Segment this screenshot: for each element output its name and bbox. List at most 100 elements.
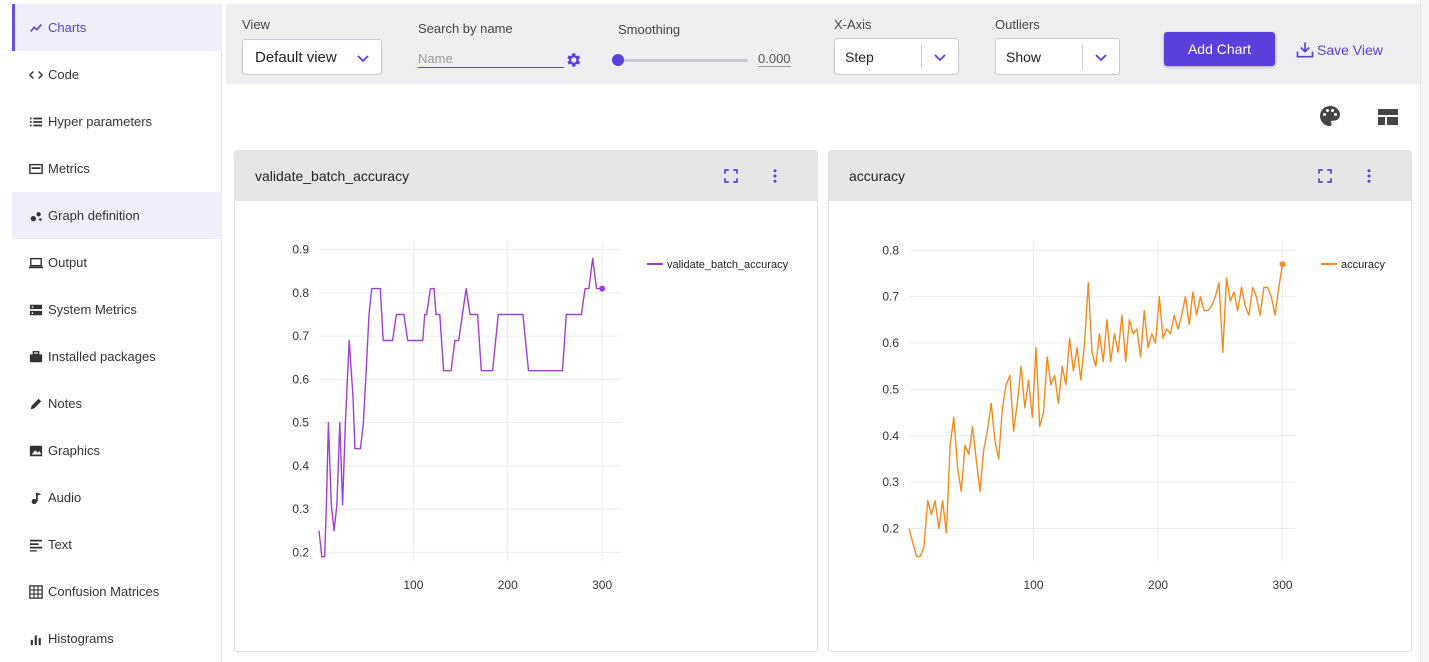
y-tick-label: 0.2	[882, 522, 899, 536]
y-tick-label: 0.5	[882, 382, 899, 396]
sidebar-item-label: System Metrics	[48, 302, 137, 317]
chevron-down-icon	[357, 55, 369, 63]
fullscreen-icon[interactable]	[1316, 167, 1334, 185]
chevron-down-icon	[1095, 54, 1107, 62]
y-tick-label: 0.2	[292, 545, 309, 559]
chart-title: validate_batch_accuracy	[255, 168, 410, 184]
y-tick-label: 0.4	[292, 459, 309, 473]
smoothing-slider-thumb[interactable]	[612, 54, 624, 66]
chart-title: accuracy	[849, 168, 906, 184]
search-label: Search by name	[418, 21, 513, 36]
y-tick-label: 0.3	[292, 502, 309, 516]
legend-label: accuracy	[1341, 259, 1386, 271]
xaxis-label: X-Axis	[834, 17, 872, 32]
xaxis-select[interactable]: Step	[834, 38, 959, 75]
graph-icon	[28, 208, 44, 224]
layout-icon[interactable]	[1376, 105, 1400, 129]
chart-card-validate-batch-accuracy: validate_batch_accuracy 0.2 0.3 0.4 0.5 0.6 0…	[234, 150, 818, 652]
select-divider	[1082, 45, 1083, 69]
sidebar-item-notes[interactable]: Notes	[12, 380, 222, 427]
text-icon	[28, 537, 44, 553]
x-tick-label: 300	[592, 578, 612, 592]
sidebar-item-label: Audio	[48, 490, 82, 505]
smoothing-value[interactable]: 0.000	[758, 51, 791, 67]
sidebar-item-label: Code	[48, 67, 80, 82]
x-tick-label: 100	[1024, 578, 1044, 592]
outliers-select-value: Show	[1006, 48, 1042, 65]
sidebar-item-audio[interactable]: Audio	[12, 474, 222, 521]
save-view-button[interactable]: Save View	[1295, 40, 1383, 60]
y-tick-label: 0.6	[292, 372, 309, 386]
search-input[interactable]	[418, 50, 564, 68]
sidebar-item-histograms[interactable]: Histograms	[12, 615, 222, 662]
sidebar-item-graphics[interactable]: Graphics	[12, 427, 222, 474]
laptop-icon	[28, 255, 44, 271]
sidebar-item-installed-packages[interactable]: Installed packages	[12, 333, 222, 380]
y-tick-label: 0.5	[292, 416, 309, 430]
sidebar-item-label: Notes	[48, 396, 82, 411]
more-vertical-icon[interactable]	[766, 167, 784, 185]
y-tick-label: 0.3	[882, 475, 899, 489]
sidebar-item-label: Text	[48, 537, 72, 552]
smoothing-slider-track[interactable]	[618, 59, 748, 62]
sidebar-item-hyper-parameters[interactable]: Hyper parameters	[12, 98, 222, 145]
sidebar: Charts Code Hyper parameters Metrics Graph d…	[12, 4, 222, 662]
sidebar-item-system-metrics[interactable]: System Metrics	[12, 286, 222, 333]
sidebar-item-output[interactable]: Output	[12, 239, 222, 286]
code-icon	[28, 67, 44, 83]
fullscreen-icon[interactable]	[722, 167, 740, 185]
sidebar-item-metrics[interactable]: Metrics	[12, 145, 222, 192]
palette-icon[interactable]	[1318, 104, 1342, 128]
series-last-point	[599, 285, 606, 292]
chart-plot[interactable]: 0.2 0.3 0.4 0.5 0.6 0.7 0.8 0.9 100 200 300 validat…	[235, 201, 817, 651]
sidebar-item-graph-definition[interactable]: Graph definition	[12, 192, 222, 239]
sidebar-item-label: Output	[48, 255, 88, 270]
y-tick-label: 0.8	[292, 286, 309, 300]
y-tick-label: 0.9	[292, 243, 309, 257]
outliers-select[interactable]: Show	[995, 38, 1120, 75]
metrics-icon	[28, 161, 44, 177]
chart-plot[interactable]: 0.2 0.3 0.4 0.5 0.6 0.7 0.8 100 200 300 accuracy	[829, 201, 1411, 651]
smoothing-label: Smoothing	[618, 22, 681, 37]
sidebar-item-label: Graph definition	[48, 208, 140, 223]
series-line-validate_batch_accuracy	[318, 257, 603, 558]
pencil-icon	[28, 396, 44, 412]
sidebar-item-text[interactable]: Text	[12, 521, 222, 568]
main-panel: View Default view Search by name Smoothi…	[226, 0, 1420, 662]
x-tick-label: 300	[1273, 578, 1293, 592]
server-icon	[28, 302, 44, 318]
chart-card-header: validate_batch_accuracy	[235, 151, 817, 201]
view-label: View	[242, 17, 270, 32]
left-edge	[0, 0, 12, 662]
scrollbar[interactable]	[1420, 0, 1429, 662]
chart-card-header: accuracy	[829, 151, 1411, 201]
y-tick-label: 0.4	[882, 429, 899, 443]
sidebar-item-label: Metrics	[48, 161, 90, 176]
y-tick-label: 0.8	[882, 243, 899, 257]
more-vertical-icon[interactable]	[1360, 167, 1378, 185]
briefcase-icon	[28, 349, 44, 365]
view-select[interactable]: Default view	[242, 39, 382, 75]
x-tick-label: 100	[403, 578, 423, 592]
sidebar-item-label: Graphics	[48, 443, 101, 458]
chart-card-accuracy: accuracy 0.2 0.3 0.4 0.5 0.6 0.7 0.8 100 200 300 a…	[828, 150, 1412, 652]
sidebar-item-label: Histograms	[48, 631, 114, 646]
bar-chart-icon	[28, 631, 44, 647]
sidebar-item-charts[interactable]: Charts	[12, 4, 222, 51]
select-divider	[921, 45, 922, 69]
chart-line-icon	[28, 20, 44, 36]
gear-icon[interactable]	[564, 51, 582, 69]
sidebar-item-confusion-matrices[interactable]: Confusion Matrices	[12, 568, 222, 615]
sidebar-item-code[interactable]: Code	[12, 51, 222, 98]
sidebar-item-label: Hyper parameters	[48, 114, 153, 129]
x-tick-label: 200	[1148, 578, 1168, 592]
y-tick-label: 0.7	[292, 329, 309, 343]
view-select-value: Default view	[255, 48, 337, 66]
grid-icon	[28, 584, 44, 600]
y-tick-label: 0.7	[882, 290, 899, 304]
music-note-icon	[28, 490, 44, 506]
add-chart-button[interactable]: Add Chart	[1164, 32, 1275, 66]
sidebar-item-label: Installed packages	[48, 349, 156, 364]
list-icon	[28, 114, 44, 130]
series-last-point	[1279, 261, 1286, 268]
